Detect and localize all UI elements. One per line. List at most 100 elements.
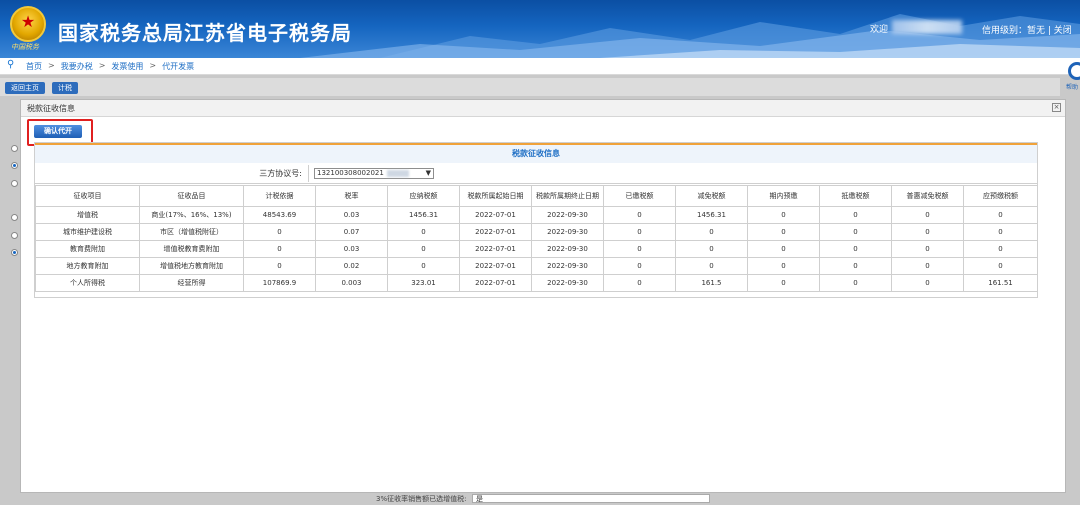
table-cell: 323.01 [387, 274, 460, 292]
column-header: 抵缴税额 [819, 185, 892, 207]
background-radio[interactable] [11, 249, 18, 256]
column-header: 已缴税额 [603, 185, 676, 207]
table-cell: 107869.9 [243, 274, 316, 292]
background-radio[interactable] [11, 180, 18, 187]
confirm-issue-button[interactable]: 确认代开 [34, 125, 82, 138]
column-header: 税率 [315, 185, 388, 207]
tax-collection-dialog: 税款征收信息 × 确认代开 税款征收信息 三方协议号: 132100308002… [20, 99, 1066, 493]
agreement-label: 三方协议号: [35, 165, 309, 182]
table-cell: 0 [819, 223, 892, 241]
table-cell: 增值税地方教育附加 [139, 257, 244, 275]
table-cell: 0 [603, 223, 676, 241]
column-header: 税款所属期终止日期 [531, 185, 604, 207]
help-widget[interactable]: 帮助 [1064, 60, 1080, 92]
table-cell: 0 [387, 240, 460, 258]
table-cell: 0 [963, 223, 1038, 241]
table-row: 教育费附加 增值税教育费附加 0 0.03 0 2022-07-01 2022-… [35, 240, 1038, 258]
table-cell: 161.5 [675, 274, 748, 292]
table-cell: 0.02 [315, 257, 388, 275]
table-cell: 0 [819, 257, 892, 275]
table-cell: 0 [747, 240, 820, 258]
table-row: 增值税 商业(17%、16%、13%) 48543.69 0.03 1456.3… [35, 206, 1038, 224]
table-cell: 2022-07-01 [459, 257, 532, 275]
table-cell: 0 [891, 206, 964, 224]
chevron-down-icon: ▼ [425, 169, 431, 177]
table-cell: 0 [603, 257, 676, 275]
table-cell: 经营所得 [139, 274, 244, 292]
bottom-field-label: 3%征收率销售额已选增值税: [376, 495, 467, 503]
masked-digits [387, 170, 409, 177]
tax-emblem-icon: ★ [10, 6, 46, 42]
dialog-title: 税款征收信息 [27, 104, 75, 113]
dialog-titlebar: 税款征收信息 × [21, 100, 1065, 117]
breadcrumb-tax[interactable]: 我要办税 [61, 61, 93, 72]
table-cell: 0 [819, 240, 892, 258]
breadcrumb-issue-invoice[interactable]: 代开发票 [162, 61, 194, 72]
column-header: 征收项目 [35, 185, 140, 207]
table-cell: 0 [603, 206, 676, 224]
table-cell: 0 [963, 240, 1038, 258]
background-radio[interactable] [11, 214, 18, 221]
credit-level-text[interactable]: 信用级别：暂无 | 关闭 [982, 23, 1072, 36]
table-cell: 2022-09-30 [531, 240, 604, 258]
table-cell: 增值税教育费附加 [139, 240, 244, 258]
home-button[interactable]: 返回主页 [5, 82, 45, 94]
background-radio[interactable] [11, 162, 18, 169]
column-header: 税款所属起始日期 [459, 185, 532, 207]
welcome-text: 欢迎 [870, 25, 889, 35]
table-cell: 0.03 [315, 240, 388, 258]
breadcrumb: ⚲ 首页 > 我要办税 > 发票使用 > 代开发票 [0, 58, 1080, 75]
table-cell: 市区（增值税附征） [139, 223, 244, 241]
bottom-field-select[interactable]: 是 [472, 494, 710, 503]
agreement-select[interactable]: 132100308002021 ▼ [314, 168, 434, 179]
calc-tax-button[interactable]: 计税 [52, 82, 78, 94]
table-cell: 161.51 [963, 274, 1038, 292]
close-icon[interactable]: × [1052, 103, 1061, 112]
breadcrumb-home[interactable]: 首页 [26, 61, 42, 72]
breadcrumb-separator: > [48, 61, 55, 70]
table-cell: 0 [387, 257, 460, 275]
table-cell: 0 [675, 223, 748, 241]
background-radio[interactable] [11, 232, 18, 239]
table-cell: 0 [603, 274, 676, 292]
table-cell: 2022-09-30 [531, 257, 604, 275]
table-cell: 2022-09-30 [531, 206, 604, 224]
table-cell: 48543.69 [243, 206, 316, 224]
table-cell: 0 [603, 240, 676, 258]
table-cell: 0.003 [315, 274, 388, 292]
breadcrumb-separator: > [149, 61, 157, 70]
table-cell: 2022-07-01 [459, 206, 532, 224]
table-cell: 0 [675, 257, 748, 275]
table-cell: 个人所得税 [35, 274, 140, 292]
table-cell: 地方教育附加 [35, 257, 140, 275]
help-label: 帮助 [1066, 84, 1079, 91]
tax-table: 征收项目 征收品目 计税依据 税率 应纳税额 税款所属起始日期 税款所属期终止日… [35, 185, 1038, 292]
table-cell: 0 [243, 240, 316, 258]
table-cell: 2022-07-01 [459, 240, 532, 258]
table-cell: 增值税 [35, 206, 140, 224]
table-row: 地方教育附加 增值税地方教育附加 0 0.02 0 2022-07-01 202… [35, 257, 1038, 275]
table-cell: 2022-07-01 [459, 274, 532, 292]
username-masked [892, 20, 962, 34]
column-header: 应预缴税额 [963, 185, 1038, 207]
table-cell: 2022-07-01 [459, 223, 532, 241]
breadcrumb-invoice-use[interactable]: 发票使用 [111, 61, 143, 72]
help-icon [1068, 62, 1080, 80]
table-cell: 0.03 [315, 206, 388, 224]
table-cell: 0 [891, 257, 964, 275]
table-cell: 商业(17%、16%、13%) [139, 206, 244, 224]
background-radio[interactable] [11, 145, 18, 152]
table-cell: 0 [891, 274, 964, 292]
seal-text: 中国税务 [11, 43, 39, 51]
panel-title: 税款征收信息 [35, 143, 1037, 163]
table-cell: 0 [243, 257, 316, 275]
column-header: 应纳税额 [387, 185, 460, 207]
table-cell: 0 [747, 223, 820, 241]
column-header: 减免税额 [675, 185, 748, 207]
table-cell: 0 [747, 206, 820, 224]
table-cell: 0 [963, 206, 1038, 224]
table-cell: 城市维护建设税 [35, 223, 140, 241]
table-cell: 1456.31 [387, 206, 460, 224]
breadcrumb-separator: > [98, 61, 106, 70]
column-header: 普惠减免税额 [891, 185, 964, 207]
